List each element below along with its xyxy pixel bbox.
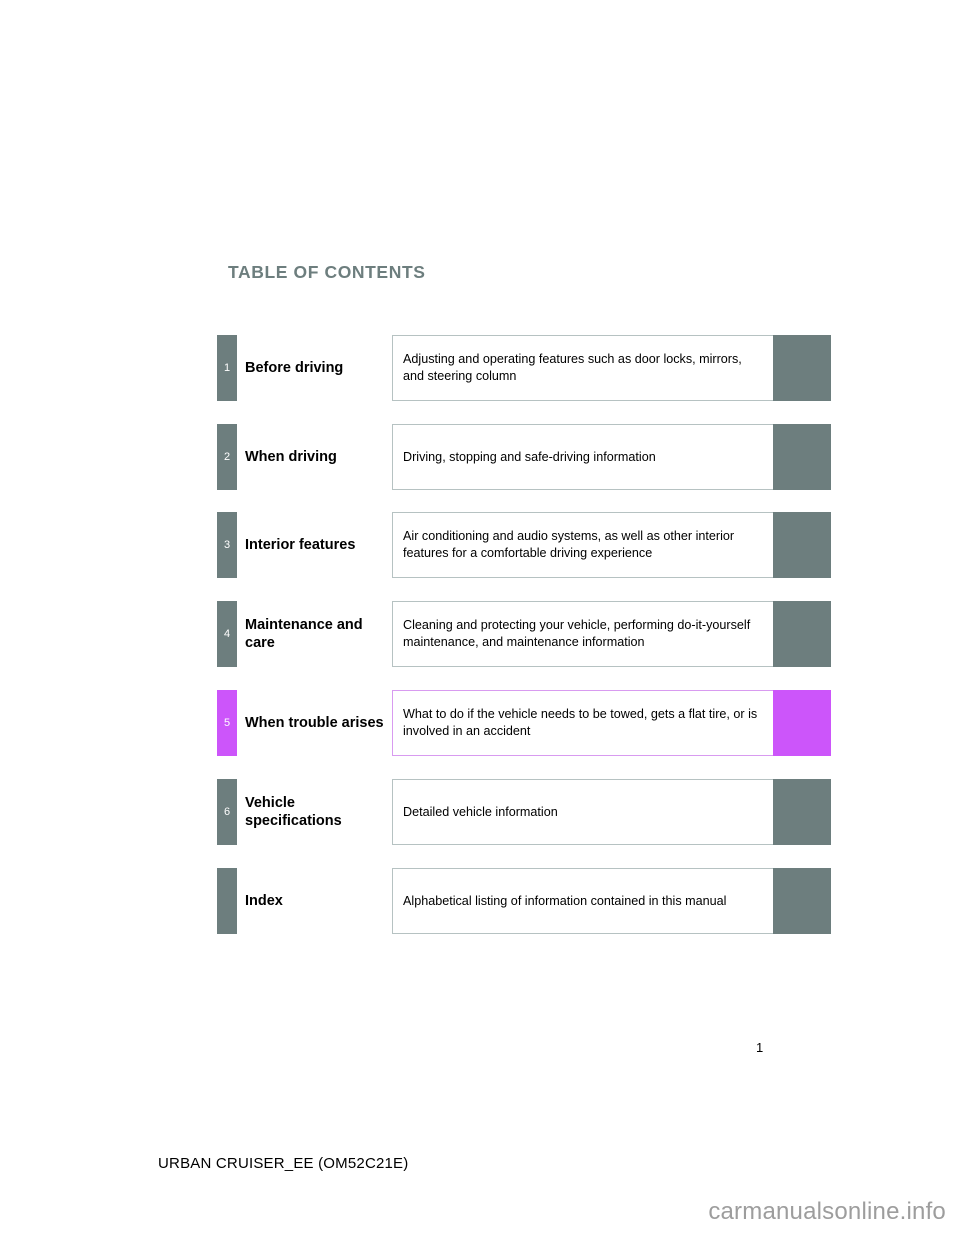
chapter-label-2: When driving — [245, 448, 337, 465]
toc-row-before-driving[interactable]: 1 Before driving Adjusting and operating… — [217, 335, 831, 401]
chapter-tab-cap-5 — [773, 690, 831, 756]
chapter-description-box-3: Air conditioning and audio systems, as w… — [392, 512, 774, 578]
manual-page: TABLE OF CONTENTS 1 Before driving Adjus… — [0, 0, 960, 1242]
chapter-description-1: Adjusting and operating features such as… — [403, 352, 742, 383]
page-title: TABLE OF CONTENTS — [228, 262, 426, 282]
chapter-description-box-1: Adjusting and operating features such as… — [392, 335, 774, 401]
chapter-description-3: Air conditioning and audio systems, as w… — [403, 529, 735, 560]
chapter-tab-cap-4 — [773, 601, 831, 667]
chapter-description-box-6: Detailed vehicle information — [392, 779, 774, 845]
chapter-description-5: What to do if the vehicle needs to be to… — [403, 707, 758, 738]
chapter-label-5: When trouble arises — [245, 714, 384, 731]
toc-row-when-trouble-arises[interactable]: 5 When trouble arises What to do if the … — [217, 690, 831, 756]
chapter-tab-cap-3 — [773, 512, 831, 578]
site-watermark: carmanualsonline.info — [708, 1198, 946, 1225]
chapter-label-4: Maintenance and care — [245, 616, 363, 651]
chapter-description-2: Driving, stopping and safe-driving infor… — [403, 449, 656, 464]
chapter-tab-2: 2 — [217, 424, 237, 490]
toc-row-index[interactable]: Index Alphabetical listing of informatio… — [217, 868, 831, 934]
toc-row-maintenance-and-care[interactable]: 4 Maintenance and care Cleaning and prot… — [217, 601, 831, 667]
chapter-tab-4: 4 — [217, 601, 237, 667]
chapter-label-6: Vehicle specifications — [245, 794, 342, 829]
chapter-tab-cap-6 — [773, 779, 831, 845]
toc-row-when-driving[interactable]: 2 When driving Driving, stopping and saf… — [217, 424, 831, 490]
chapter-description-box-index: Alphabetical listing of information cont… — [392, 868, 774, 934]
chapter-description-6: Detailed vehicle information — [403, 804, 558, 819]
chapter-label-3: Interior features — [245, 536, 356, 553]
page-number: 1 — [756, 1040, 764, 1055]
chapter-description-4: Cleaning and protecting your vehicle, pe… — [403, 618, 751, 649]
chapter-description-box-2: Driving, stopping and safe-driving infor… — [392, 424, 774, 490]
chapter-description-index: Alphabetical listing of information cont… — [403, 893, 727, 908]
chapter-tab-1: 1 — [217, 335, 237, 401]
toc-row-interior-features[interactable]: 3 Interior features Air conditioning and… — [217, 512, 831, 578]
chapter-description-box-4: Cleaning and protecting your vehicle, pe… — [392, 601, 774, 667]
chapter-tab-cap-1 — [773, 335, 831, 401]
chapter-label-1: Before driving — [245, 359, 344, 376]
chapter-tab-3: 3 — [217, 512, 237, 578]
chapter-tab-index — [217, 868, 237, 934]
toc-row-vehicle-specifications[interactable]: 6 Vehicle specifications Detailed vehicl… — [217, 779, 831, 845]
chapter-tab-cap-2 — [773, 424, 831, 490]
chapter-tab-6: 6 — [217, 779, 237, 845]
chapter-label-index: Index — [245, 892, 283, 909]
chapter-tab-5: 5 — [217, 690, 237, 756]
chapter-description-box-5: What to do if the vehicle needs to be to… — [392, 690, 774, 756]
footer-manual-code: URBAN CRUISER_EE (OM52C21E) — [158, 1155, 409, 1172]
chapter-tab-cap-index — [773, 868, 831, 934]
